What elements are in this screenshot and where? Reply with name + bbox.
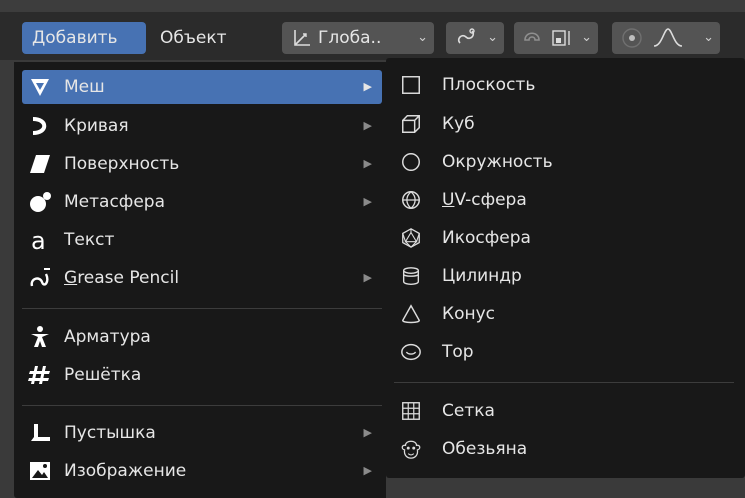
object-menu-button[interactable]: Объект: [152, 22, 244, 54]
add-menu-item-metaball[interactable]: Метасфера ▶: [22, 185, 382, 219]
add-menu-item-mesh[interactable]: Меш ▶: [22, 70, 382, 104]
menu-item-label: Кривая: [64, 116, 129, 136]
menu-item-label: Метасфера: [64, 192, 165, 212]
menu-item-label: Текст: [64, 230, 115, 250]
menu-item-label: Сетка: [442, 401, 495, 421]
svg-text:a: a: [31, 228, 46, 252]
cylinder-icon: [402, 267, 420, 285]
icosphere-icon: [402, 228, 420, 248]
add-menu-item-grease-pencil[interactable]: Grease Pencil ▶: [22, 261, 382, 295]
plane-icon: [402, 76, 420, 94]
menu-item-label: Арматура: [64, 327, 151, 347]
chevron-down-icon: ⌄: [581, 30, 592, 45]
surface-icon: [30, 155, 50, 173]
mesh-item-torus[interactable]: Тор: [394, 335, 734, 369]
menu-separator: [22, 308, 382, 309]
menu-item-label: Обезьяна: [442, 439, 528, 459]
submenu-arrow-icon: ▶: [363, 119, 372, 132]
viewport-header: Добавить Объект Глоба.. ⌄ ⌄ ⌄ ⌄: [0, 0, 745, 60]
menu-item-label: Куб: [442, 114, 475, 134]
add-menu-item-surface[interactable]: Поверхность ▶: [22, 147, 382, 181]
menu-separator: [22, 405, 382, 406]
menu-item-label: Конус: [442, 304, 495, 324]
transform-orientation-dropdown[interactable]: Глоба.. ⌄: [282, 22, 434, 54]
snapping-controls[interactable]: ⌄: [514, 22, 598, 54]
menu-item-label: Grease Pencil: [64, 268, 180, 288]
chevron-down-icon: ⌄: [417, 30, 428, 45]
mesh-item-cylinder[interactable]: Цилиндр: [394, 259, 734, 293]
menu-separator: [394, 382, 734, 383]
pivot-link-icon: [457, 28, 475, 44]
orientation-label: Глоба..: [318, 28, 382, 48]
add-menu-item-image[interactable]: Изображение ▶: [22, 454, 382, 488]
cone-icon: [402, 304, 420, 324]
add-menu-item-lattice[interactable]: Решётка: [22, 358, 382, 392]
menu-item-label: Меш: [64, 77, 105, 97]
falloff-curve-icon: [653, 28, 683, 47]
snap-magnet-icon: [524, 32, 540, 41]
submenu-arrow-icon: ▶: [363, 195, 372, 208]
grid-icon: [402, 402, 420, 420]
lattice-icon: [28, 366, 50, 384]
empty-icon: [31, 424, 50, 441]
mesh-item-uv-sphere[interactable]: UV-сфера: [394, 183, 734, 217]
text-icon: a: [31, 228, 46, 252]
mesh-item-plane[interactable]: Плоскость: [394, 68, 734, 102]
torus-icon: [401, 343, 421, 361]
mesh-item-icosphere[interactable]: Икосфера: [394, 221, 734, 255]
mesh-item-circle[interactable]: Окружность: [394, 145, 734, 179]
image-icon: [30, 462, 50, 480]
grease-pencil-icon: [30, 268, 50, 287]
orientation-axes-icon: [294, 30, 310, 46]
monkey-icon: [401, 440, 421, 459]
circle-icon: [402, 153, 420, 171]
add-menu-button[interactable]: Добавить: [22, 22, 146, 54]
metaball-icon: [30, 192, 51, 212]
uv-sphere-icon: [402, 191, 420, 210]
mesh-item-cone[interactable]: Конус: [394, 297, 734, 331]
menu-item-label: UV-сфера: [442, 190, 527, 210]
add-menu-item-text[interactable]: a Текст: [22, 223, 382, 257]
mesh-item-monkey[interactable]: Обезьяна: [394, 432, 734, 466]
menu-item-label: Решётка: [64, 365, 142, 385]
pivot-point-dropdown[interactable]: ⌄: [446, 22, 504, 54]
mesh-icon: [31, 79, 49, 96]
chevron-down-icon: ⌄: [487, 30, 498, 45]
menu-item-label: Поверхность: [64, 154, 180, 174]
mesh-item-cube[interactable]: Куб: [394, 107, 734, 141]
menu-item-label: Изображение: [64, 461, 187, 481]
curve-icon: [32, 117, 47, 135]
submenu-arrow-icon: ▶: [363, 464, 372, 477]
snap-increment-icon: [552, 30, 570, 46]
add-menu-item-empty[interactable]: Пустышка ▶: [22, 416, 382, 450]
proportional-editing-icon: [622, 28, 642, 48]
menu-item-label: Цилиндр: [442, 266, 522, 286]
chevron-down-icon: ⌄: [703, 30, 714, 45]
add-menu-dropdown: Меш ▶ Кривая ▶ Поверхность ▶ Метасфера ▶…: [14, 62, 386, 498]
add-menu-item-curve[interactable]: Кривая ▶: [22, 109, 382, 143]
menu-item-label: Тор: [442, 342, 474, 362]
submenu-arrow-icon: ▶: [363, 157, 372, 170]
armature-icon: [31, 326, 49, 347]
menu-item-label: Окружность: [442, 152, 553, 172]
header-top-strip: [0, 0, 745, 12]
submenu-arrow-icon: ▶: [363, 80, 372, 93]
submenu-arrow-icon: ▶: [363, 426, 372, 439]
proportional-editing-controls[interactable]: ⌄: [612, 22, 720, 54]
menu-item-label: Икосфера: [442, 228, 531, 248]
add-menu-item-armature[interactable]: Арматура: [22, 320, 382, 354]
menu-item-label: Плоскость: [442, 75, 536, 95]
mesh-item-grid[interactable]: Сетка: [394, 394, 734, 428]
menu-item-label: Пустышка: [64, 423, 156, 443]
cube-icon: [402, 115, 420, 133]
submenu-arrow-icon: ▶: [363, 271, 372, 284]
mesh-submenu: Плоскость Куб Окружность UV-сфера Икосфе…: [386, 58, 745, 478]
